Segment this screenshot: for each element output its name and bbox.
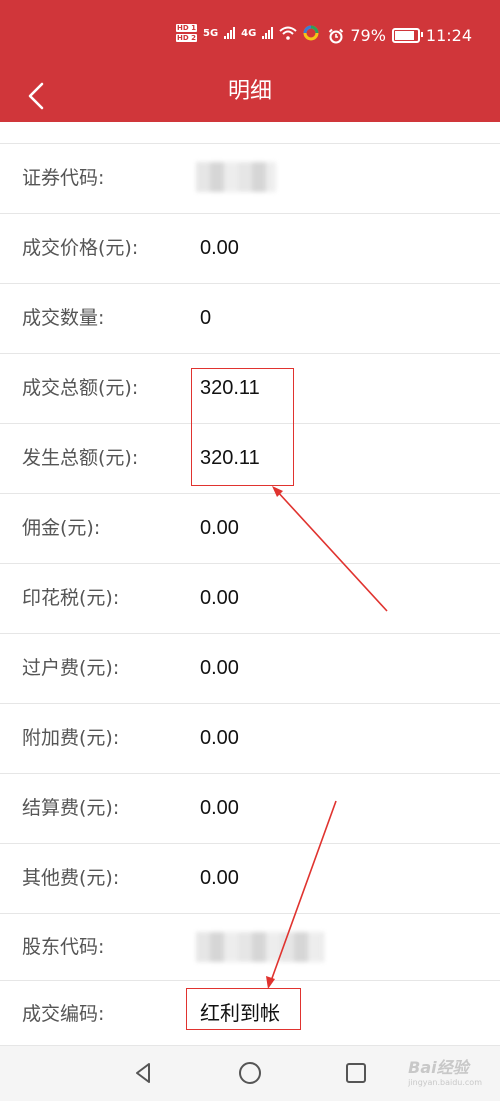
- redacted-value: [196, 932, 324, 962]
- detail-row-shareholder-code: 股东代码:: [0, 914, 500, 981]
- network-1-label: 5G: [202, 27, 219, 39]
- battery-fill: [394, 31, 414, 40]
- detail-row-surcharge: 附加费(元): 0.00: [0, 704, 500, 774]
- system-nav-bar: Bai经验 jingyan.baidu.com: [0, 1045, 500, 1101]
- redacted-value: [196, 162, 276, 192]
- watermark-sub: jingyan.baidu.com: [408, 1078, 482, 1087]
- hd1-label: HD 1: [176, 24, 197, 32]
- home-circle-icon[interactable]: [238, 1061, 262, 1085]
- alarm-icon: [329, 28, 344, 43]
- detail-value: 0.00: [200, 517, 239, 539]
- detail-row-transfer-fee: 过户费(元): 0.00: [0, 634, 500, 704]
- detail-label: 发生总额(元):: [22, 447, 139, 469]
- detail-value: 0.00: [200, 867, 239, 889]
- detail-value: 0: [200, 307, 212, 329]
- detail-value: 0.00: [200, 797, 239, 819]
- battery-percent: 79%: [350, 26, 386, 45]
- detail-row-price: 成交价格(元): 0.00: [0, 214, 500, 284]
- watermark-text: Bai经验: [408, 1058, 469, 1077]
- network-2-label: 4G: [241, 27, 257, 39]
- detail-row-stamp-tax: 印花税(元): 0.00: [0, 564, 500, 634]
- detail-list: 证券代码: 成交价格(元): 0.00 成交数量: 0 成交总额(元): 320…: [0, 143, 500, 1048]
- detail-label: 附加费(元):: [22, 727, 120, 749]
- signal-indicators: HD 1 HD 2 5G 4G: [176, 24, 319, 42]
- back-triangle-icon[interactable]: [131, 1061, 155, 1085]
- detail-value: 0.00: [200, 587, 239, 609]
- highlight-box-amounts: [191, 368, 294, 486]
- detail-label: 成交价格(元):: [22, 237, 139, 259]
- detail-value: 0.00: [200, 657, 239, 679]
- status-bar: HD 1 HD 2 5G 4G 79% 11:24: [0, 0, 500, 70]
- detail-label: 印花税(元):: [22, 587, 120, 609]
- signal-icon: [262, 27, 274, 39]
- detail-value: 0.00: [200, 237, 239, 259]
- detail-label: 股东代码:: [22, 936, 105, 958]
- detail-label: 其他费(元):: [22, 867, 120, 889]
- detail-row-settlement-fee: 结算费(元): 0.00: [0, 774, 500, 844]
- detail-label: 结算费(元):: [22, 797, 120, 819]
- watermark: Bai经验 jingyan.baidu.com: [408, 1054, 482, 1087]
- detail-row-other-fee: 其他费(元): 0.00: [0, 844, 500, 914]
- signal-icon: [224, 27, 236, 39]
- detail-label: 佣金(元):: [22, 517, 101, 539]
- wifi-icon: [279, 26, 297, 40]
- battery-icon: [391, 28, 423, 43]
- recent-square-icon[interactable]: [344, 1061, 368, 1085]
- detail-label: 成交编码:: [22, 1003, 105, 1025]
- hd-indicator: HD 1 HD 2: [176, 24, 197, 42]
- hd2-label: HD 2: [176, 34, 197, 42]
- detail-label: 成交总额(元):: [22, 377, 139, 399]
- detail-label: 过户费(元):: [22, 657, 120, 679]
- detail-row-security-code: 证券代码:: [0, 144, 500, 214]
- clock: 11:24: [425, 26, 472, 45]
- detail-label: 证券代码:: [22, 167, 105, 189]
- app-header: 明细: [0, 70, 500, 122]
- highlight-box-trade-code: [186, 988, 301, 1030]
- page-title: 明细: [227, 79, 272, 104]
- detail-row-commission: 佣金(元): 0.00: [0, 494, 500, 564]
- detail-label: 成交数量:: [22, 307, 105, 329]
- detail-row-quantity: 成交数量: 0: [0, 284, 500, 354]
- detail-value: 0.00: [200, 727, 239, 749]
- app-icon: [303, 25, 319, 41]
- status-right: 79% 11:24: [328, 26, 472, 45]
